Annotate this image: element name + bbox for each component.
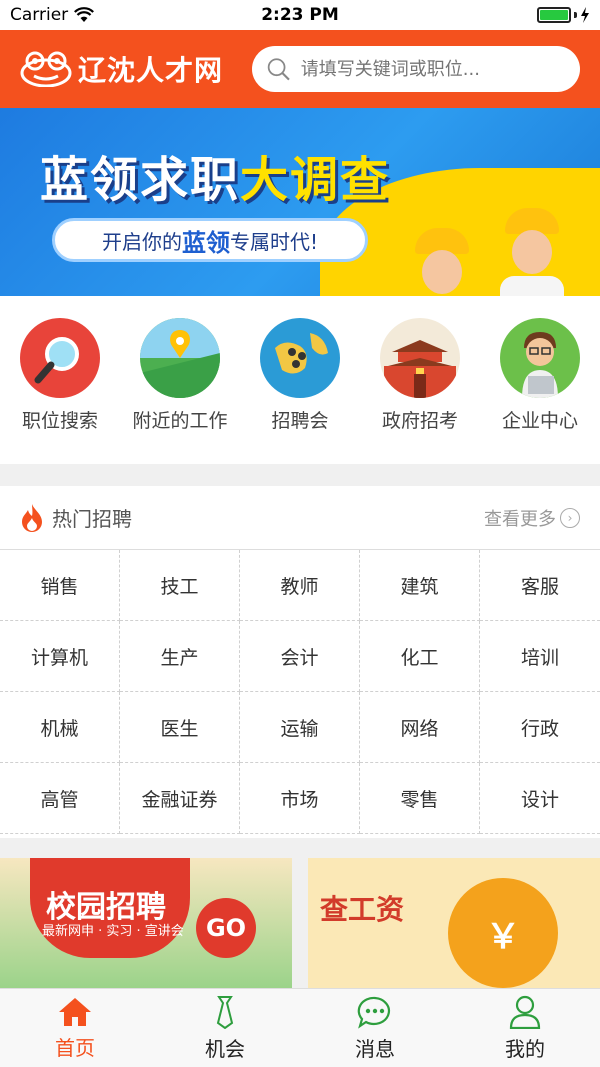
category-cell[interactable]: 行政: [480, 692, 600, 763]
money-bag-icon: ￥: [448, 878, 558, 988]
category-cell[interactable]: 会计: [240, 621, 360, 692]
tab-opportunity[interactable]: 机会: [150, 989, 300, 1067]
nav-nearby-jobs[interactable]: 附近的工作: [120, 318, 240, 464]
nav-label: 企业中心: [501, 410, 578, 432]
banner-title-part2: 大调查: [240, 152, 391, 208]
tab-label: 首页: [55, 1035, 95, 1060]
nav-gov-exam[interactable]: 政府招考: [360, 318, 480, 464]
home-icon: [59, 997, 91, 1026]
category-cell[interactable]: 生产: [120, 621, 240, 692]
category-cell[interactable]: 医生: [120, 692, 240, 763]
category-cell[interactable]: 运输: [240, 692, 360, 763]
wifi-icon: [74, 7, 95, 22]
go-badge: GO: [196, 898, 256, 958]
campus-subtitle: 最新网申 · 实习 · 宣讲会: [42, 924, 184, 939]
status-bar: Carrier 2:23 PM: [0, 0, 600, 30]
nav-label: 招聘会: [271, 410, 329, 432]
app-header: 辽沈人才网: [0, 30, 600, 108]
nav-company-center[interactable]: 企业中心: [480, 318, 600, 464]
chat-bubble-icon: [357, 996, 391, 1029]
fire-icon: [22, 503, 42, 532]
category-cell[interactable]: 机械: [0, 692, 120, 763]
tab-messages[interactable]: 消息: [300, 989, 450, 1067]
quick-nav: 职位搜索 附近的工作 招聘会 政府招考 企业中心: [0, 296, 600, 464]
category-cell[interactable]: 高管: [0, 763, 120, 834]
category-cell[interactable]: 建筑: [360, 550, 480, 621]
hot-jobs-section: 热门招聘 查看更多 › 销售 技工 教师 建筑 客服 计算机 生产 会计 化工 …: [0, 486, 600, 838]
worker-man-illustration: [500, 208, 564, 296]
person-laptop-icon: [500, 318, 580, 398]
chevron-right-icon: ›: [560, 507, 580, 528]
hot-jobs-title: 热门招聘: [52, 507, 132, 531]
category-cell[interactable]: 金融证券: [120, 763, 240, 834]
search-box[interactable]: [252, 46, 580, 92]
category-cell[interactable]: 客服: [480, 550, 600, 621]
battery-icon: [537, 7, 590, 23]
tiananmen-icon: [380, 318, 460, 398]
search-icon: [267, 58, 290, 81]
worker-woman-illustration: [410, 228, 474, 296]
tie-icon: [216, 995, 234, 1029]
globe-icon: [260, 318, 340, 398]
promo-cards: 校园招聘 最新网申 · 实习 · 宣讲会 GO 查工资 ￥: [0, 858, 600, 988]
charging-bolt-icon: [581, 7, 589, 23]
magnifier-icon: [20, 318, 100, 398]
tab-bar: 首页 机会 消息 我的: [0, 988, 600, 1067]
category-cell[interactable]: 市场: [240, 763, 360, 834]
campus-recruit-card[interactable]: 校园招聘 最新网申 · 实习 · 宣讲会 GO: [0, 858, 292, 988]
hot-jobs-header: 热门招聘 查看更多 ›: [0, 486, 600, 550]
nav-label: 职位搜索: [21, 410, 98, 432]
banner-subtitle: 开启你的 蓝领 专属时代!: [52, 218, 368, 262]
category-cell[interactable]: 销售: [0, 550, 120, 621]
category-cell[interactable]: 网络: [360, 692, 480, 763]
tab-home[interactable]: 首页: [0, 989, 150, 1067]
nav-label: 附近的工作: [132, 410, 228, 432]
banner-subtitle-post: 专属时代!: [229, 229, 319, 254]
category-cell[interactable]: 计算机: [0, 621, 120, 692]
banner-title-part1: 蓝领求职: [40, 152, 241, 208]
app-logo[interactable]: 辽沈人才网: [20, 49, 223, 89]
banner-subtitle-bold: 蓝领: [181, 228, 230, 257]
nav-job-search[interactable]: 职位搜索: [0, 318, 120, 464]
category-cell[interactable]: 教师: [240, 550, 360, 621]
map-pin-icon: [140, 318, 220, 398]
logo-text: 辽沈人才网: [78, 54, 224, 87]
salary-check-card[interactable]: 查工资 ￥: [308, 858, 600, 988]
tab-mine[interactable]: 我的: [450, 989, 600, 1067]
banner-subtitle-pre: 开启你的: [101, 229, 182, 254]
search-input[interactable]: [300, 58, 566, 80]
nav-label: 政府招考: [381, 410, 458, 432]
promo-banner[interactable]: 蓝领求职大调查 开启你的 蓝领 专属时代!: [0, 108, 600, 296]
banner-title: 蓝领求职大调查: [40, 140, 390, 210]
category-cell[interactable]: 培训: [480, 621, 600, 692]
frog-logo-icon: [20, 51, 72, 87]
nav-job-fair[interactable]: 招聘会: [240, 318, 360, 464]
user-icon: [509, 995, 541, 1029]
category-grid: 销售 技工 教师 建筑 客服 计算机 生产 会计 化工 培训 机械 医生 运输 …: [0, 550, 600, 834]
tab-label: 机会: [205, 1036, 245, 1061]
category-cell[interactable]: 设计: [480, 763, 600, 834]
category-cell[interactable]: 化工: [360, 621, 480, 692]
salary-title: 查工资: [320, 893, 405, 926]
view-more-link[interactable]: 查看更多 ›: [484, 505, 580, 531]
category-cell[interactable]: 技工: [120, 550, 240, 621]
tab-label: 消息: [355, 1036, 395, 1061]
category-cell[interactable]: 零售: [360, 763, 480, 834]
carrier-group: Carrier: [10, 5, 95, 25]
tab-label: 我的: [505, 1036, 545, 1061]
view-more-label: 查看更多: [484, 508, 556, 530]
carrier-label: Carrier: [10, 5, 69, 25]
